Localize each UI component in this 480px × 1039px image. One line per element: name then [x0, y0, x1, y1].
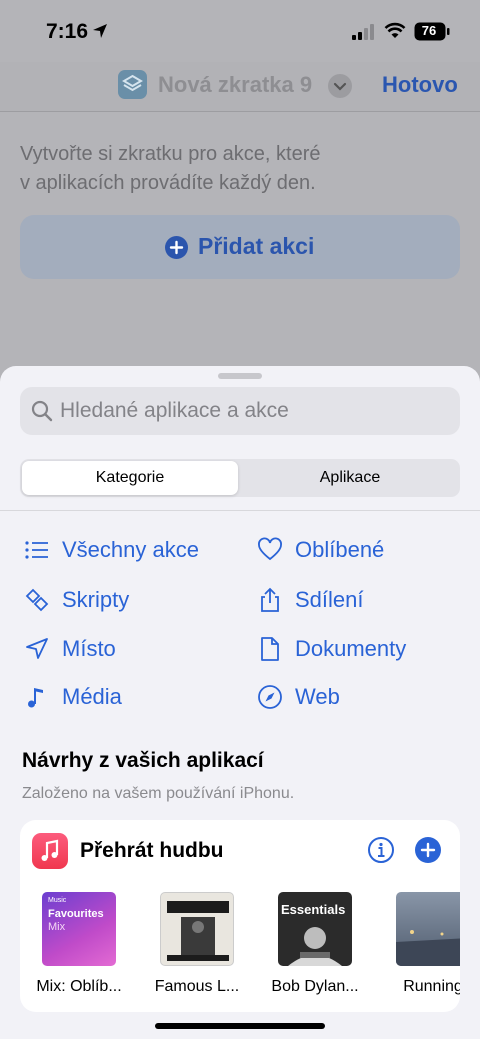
music-note-icon [28, 688, 43, 708]
document-icon [261, 637, 279, 661]
shortcut-layers-icon[interactable] [118, 70, 147, 99]
category-location[interactable]: Místo [24, 634, 116, 664]
search-input[interactable] [60, 387, 450, 435]
album-item[interactable]: Essentials Bob Dylan... [256, 892, 374, 996]
action-picker-sheet: Kategorie Aplikace Všechny akce Oblíbené… [0, 366, 480, 1039]
category-label: Sdílení [295, 587, 364, 612]
editor-intro-text: Vytvořte si zkratku pro akce, které v ap… [20, 140, 440, 198]
plus-circle-icon [165, 236, 188, 259]
cellular-signal-icon [352, 24, 374, 40]
scripts-icon [25, 588, 49, 612]
album-item[interactable]: Famous L... [138, 892, 256, 996]
album-label: Running [403, 978, 460, 995]
status-bar: 7:16 76 [0, 0, 480, 62]
card-title: Přehrát hudbu [80, 839, 224, 862]
category-label: Místo [62, 636, 116, 661]
search-icon [31, 400, 53, 422]
heart-icon [258, 537, 282, 561]
apple-music-icon [32, 833, 68, 869]
list-icon [25, 541, 48, 559]
category-favorites[interactable]: Oblíbené [257, 535, 384, 565]
editor-nav-bar: Nová zkratka 9 Hotovo [0, 62, 480, 112]
category-sharing[interactable]: Sdílení [257, 585, 364, 615]
shortcut-title[interactable]: Nová zkratka 9 [158, 72, 312, 98]
sheet-grabber[interactable] [218, 373, 262, 379]
battery-level: 76 [421, 23, 437, 38]
album-art-favourites: Music Favourites Mix [42, 892, 116, 966]
art-brand: Music [48, 897, 67, 904]
search-field[interactable] [20, 387, 460, 435]
category-media[interactable]: Média [24, 682, 122, 712]
intro-line-2: v aplikacích provádíte každý den. [20, 172, 316, 194]
suggestions-title: Návrhy z vašich aplikací [22, 749, 264, 772]
album-item[interactable]: Running [374, 892, 460, 996]
share-icon [261, 587, 279, 612]
category-label: Oblíbené [295, 537, 385, 562]
location-arrow-icon [26, 638, 48, 659]
status-time: 7:16 [46, 20, 89, 43]
album-art-famous [160, 892, 234, 966]
add-plus-icon[interactable] [414, 836, 442, 864]
done-button[interactable]: Hotovo [382, 72, 458, 98]
album-label: Famous L... [154, 978, 240, 995]
suggestions-subtitle: Založeno na vašem používání iPhonu. [22, 785, 295, 802]
chevron-down-icon[interactable] [328, 74, 352, 98]
category-documents[interactable]: Dokumenty [257, 634, 406, 664]
category-label: Média [62, 684, 122, 709]
info-icon[interactable] [367, 836, 395, 864]
album-item[interactable]: Music Favourites Mix Mix: Oblíb... [20, 892, 138, 996]
art-title: Essentials [281, 902, 346, 917]
category-web[interactable]: Web [257, 682, 340, 712]
add-action-label: Přidat akci [198, 233, 315, 259]
category-label: Dokumenty [295, 636, 407, 661]
add-action-button[interactable]: Přidat akci [20, 215, 460, 279]
album-art-essentials: Essentials [278, 892, 352, 966]
album-label: Bob Dylan... [271, 978, 359, 995]
compass-icon [258, 685, 282, 709]
category-scripts[interactable]: Skripty [24, 585, 129, 615]
wifi-icon [384, 22, 406, 38]
art-subtitle: Mix [48, 921, 66, 933]
category-label: Skripty [62, 587, 130, 612]
album-label: Mix: Oblíb... [36, 978, 122, 995]
segment-apps[interactable]: Aplikace [242, 461, 458, 495]
location-arrow-icon [93, 24, 107, 38]
category-all-actions[interactable]: Všechny akce [24, 535, 199, 565]
intro-line-1: Vytvořte si zkratku pro akce, které [20, 143, 321, 165]
art-title: Favourites [48, 908, 104, 920]
album-art-running [396, 892, 460, 966]
category-label: Všechny akce [62, 537, 199, 562]
segmented-control: Kategorie Aplikace [20, 459, 460, 497]
home-indicator[interactable] [155, 1023, 325, 1029]
divider [0, 510, 480, 511]
category-label: Web [295, 684, 340, 709]
segment-categories[interactable]: Kategorie [22, 461, 238, 495]
suggestion-card-play-music[interactable]: Přehrát hudbu Music Favourites Mix Mix: … [20, 820, 460, 1012]
